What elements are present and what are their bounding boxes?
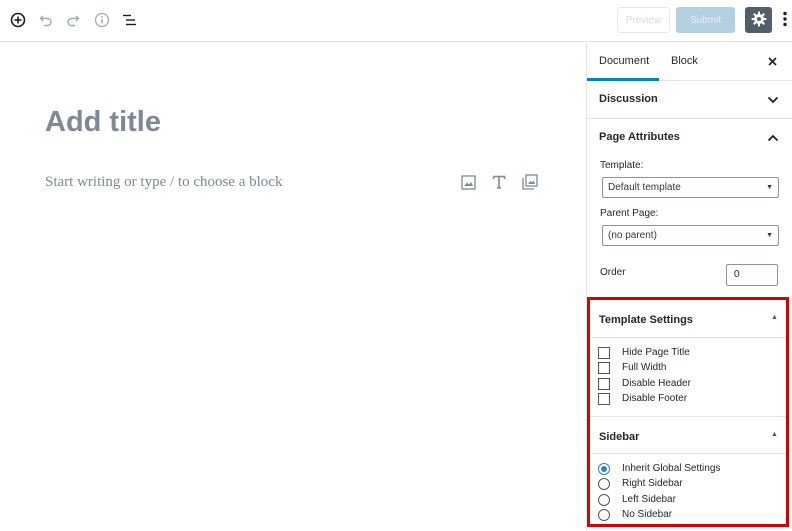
chevron-up-icon xyxy=(767,132,779,144)
left-sidebar-radio[interactable] xyxy=(598,494,610,506)
discussion-panel-toggle[interactable]: Discussion xyxy=(587,81,792,119)
full-width-option[interactable]: Full Width xyxy=(598,361,666,375)
template-select-value: Default template xyxy=(608,182,681,193)
preview-button[interactable]: Preview xyxy=(617,7,670,33)
undo-icon[interactable] xyxy=(36,10,56,30)
order-label: Order xyxy=(600,267,626,278)
parent-page-select[interactable]: (no parent) ▼ xyxy=(602,225,779,246)
tab-block[interactable]: Block xyxy=(671,42,698,81)
heading-icon[interactable] xyxy=(490,173,508,191)
close-icon[interactable] xyxy=(765,54,779,68)
disable-footer-checkbox[interactable] xyxy=(598,393,610,405)
right-sidebar-option[interactable]: Right Sidebar xyxy=(598,477,683,491)
tab-document[interactable]: Document xyxy=(599,42,649,81)
template-label: Template: xyxy=(600,160,644,171)
sidebar-panel-toggle[interactable]: Sidebar ▲ xyxy=(590,416,786,454)
disable-footer-label: Disable Footer xyxy=(622,393,688,404)
page-attributes-panel-toggle[interactable]: Page Attributes xyxy=(587,119,792,157)
page-attributes-panel-title: Page Attributes xyxy=(599,131,680,143)
order-input[interactable]: 0 xyxy=(726,264,778,286)
parent-page-select-value: (no parent) xyxy=(608,230,657,241)
submit-button[interactable]: Submit xyxy=(676,7,735,33)
template-select[interactable]: Default template ▼ xyxy=(602,177,779,198)
full-width-checkbox[interactable] xyxy=(598,362,610,374)
hide-page-title-option[interactable]: Hide Page Title xyxy=(598,346,690,360)
block-placeholder[interactable]: Start writing or type / to choose a bloc… xyxy=(45,174,282,191)
highlighted-meta-box: Template Settings ▲ Hide Page Title Full… xyxy=(587,297,789,527)
inherit-global-settings-option[interactable]: Inherit Global Settings xyxy=(598,462,720,476)
image-icon[interactable] xyxy=(459,173,477,191)
no-sidebar-label: No Sidebar xyxy=(622,509,673,520)
left-sidebar-option[interactable]: Left Sidebar xyxy=(598,493,676,507)
hide-page-title-label: Hide Page Title xyxy=(622,347,690,358)
editor-canvas: Add title Start writing or type / to cho… xyxy=(0,42,586,531)
no-sidebar-radio[interactable] xyxy=(598,509,610,521)
list-view-icon[interactable] xyxy=(120,10,140,30)
no-sidebar-option[interactable]: No Sidebar xyxy=(598,508,672,522)
triangle-up-icon: ▲ xyxy=(771,431,778,438)
disable-header-label: Disable Header xyxy=(622,378,691,389)
left-sidebar-label: Left Sidebar xyxy=(622,494,676,505)
parent-page-label: Parent Page: xyxy=(600,208,659,219)
disable-header-checkbox[interactable] xyxy=(598,378,610,390)
sidebar-panel-title: Sidebar xyxy=(599,431,640,443)
triangle-up-icon: ▲ xyxy=(771,314,778,321)
editor-toolbar: Preview Submit xyxy=(0,0,792,42)
discussion-panel-title: Discussion xyxy=(599,93,658,105)
vertical-ellipsis-icon xyxy=(783,11,787,30)
info-icon[interactable] xyxy=(92,10,112,30)
hide-page-title-checkbox[interactable] xyxy=(598,347,610,359)
template-settings-title: Template Settings xyxy=(599,314,693,326)
caret-down-icon: ▼ xyxy=(766,232,773,239)
template-settings-panel-toggle[interactable]: Template Settings ▲ xyxy=(590,300,786,338)
post-title-input[interactable]: Add title xyxy=(45,106,161,139)
sidebar-tabs: Document Block xyxy=(587,42,792,81)
full-width-label: Full Width xyxy=(622,362,667,373)
inherit-global-settings-radio[interactable] xyxy=(598,463,610,475)
disable-footer-option[interactable]: Disable Footer xyxy=(598,392,687,406)
inherit-global-settings-label: Inherit Global Settings xyxy=(622,463,721,474)
right-sidebar-radio[interactable] xyxy=(598,478,610,490)
add-block-icon[interactable] xyxy=(8,10,28,30)
gallery-icon[interactable] xyxy=(521,173,539,191)
right-sidebar-label: Right Sidebar xyxy=(622,478,683,489)
chevron-down-icon xyxy=(767,94,779,106)
disable-header-option[interactable]: Disable Header xyxy=(598,377,691,391)
caret-down-icon: ▼ xyxy=(766,184,773,191)
gear-icon xyxy=(751,11,767,30)
redo-icon[interactable] xyxy=(63,10,83,30)
more-options-button[interactable] xyxy=(778,8,792,32)
settings-button[interactable] xyxy=(745,7,772,33)
